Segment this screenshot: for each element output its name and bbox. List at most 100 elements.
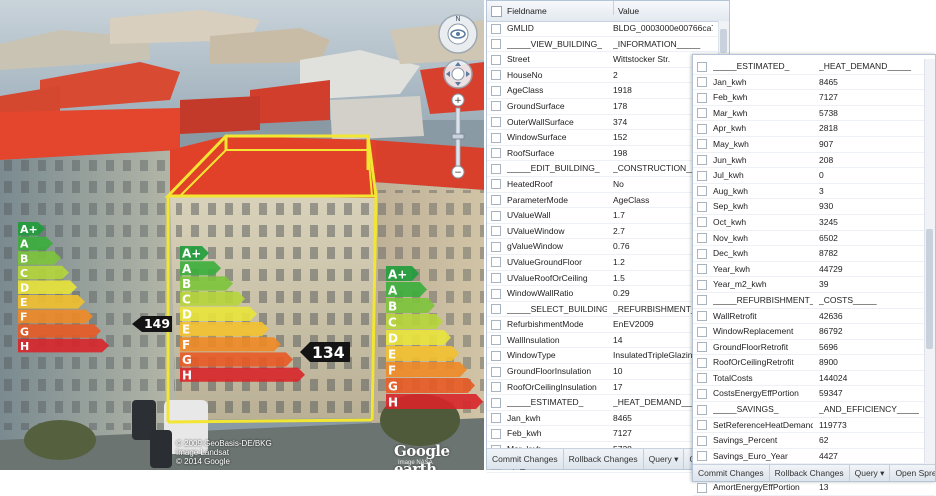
- row-checkbox[interactable]: [491, 428, 501, 439]
- table-row[interactable]: Jul_kwh 0: [693, 168, 935, 184]
- table-row[interactable]: _____ESTIMATED_ _HEAT_DEMAND_____: [693, 59, 935, 75]
- row-checkbox[interactable]: [491, 148, 501, 159]
- row-checkbox[interactable]: [697, 357, 707, 368]
- commit-changes-button[interactable]: Commit Changes: [693, 465, 770, 481]
- vertical-scrollbar[interactable]: [924, 59, 935, 463]
- field-value-cell[interactable]: 5696: [819, 341, 919, 353]
- commit-changes-button[interactable]: Commit Changes: [487, 449, 564, 469]
- row-checkbox[interactable]: [491, 350, 501, 361]
- table-row[interactable]: SetReferenceHeatDemand 119773: [693, 418, 935, 434]
- field-value-cell[interactable]: 13: [819, 481, 919, 493]
- field-value-cell[interactable]: _HEAT_DEMAND_____: [819, 60, 919, 72]
- table-row[interactable]: Savings_Percent 62: [693, 433, 935, 449]
- row-checkbox[interactable]: [491, 226, 501, 237]
- table-row[interactable]: TotalCosts 144024: [693, 371, 935, 387]
- table-row[interactable]: Dec_kwh 8782: [693, 246, 935, 262]
- row-checkbox[interactable]: [697, 186, 707, 197]
- query-menu-button[interactable]: Query ▾: [644, 449, 685, 469]
- table-row[interactable]: Savings_Euro_Year 4427: [693, 449, 935, 465]
- field-value-cell[interactable]: 59347: [819, 387, 919, 399]
- row-checkbox[interactable]: [491, 273, 501, 283]
- row-checkbox[interactable]: [697, 77, 707, 88]
- field-value-cell[interactable]: 42636: [819, 310, 919, 322]
- row-checkbox[interactable]: [491, 210, 501, 221]
- row-checkbox[interactable]: [697, 108, 707, 119]
- row-checkbox[interactable]: [491, 366, 501, 377]
- zoom-slider[interactable]: + −: [451, 93, 465, 179]
- row-checkbox[interactable]: [697, 435, 707, 446]
- table-row[interactable]: Mar_kwh 5738: [693, 106, 935, 122]
- row-checkbox[interactable]: [697, 217, 707, 228]
- row-checkbox[interactable]: [491, 23, 501, 34]
- row-checkbox[interactable]: [697, 61, 707, 72]
- field-value-cell[interactable]: 86792: [819, 325, 919, 337]
- table-row[interactable]: CostsEnergyEffPortion 59347: [693, 386, 935, 403]
- field-value-cell[interactable]: 6502: [819, 232, 919, 244]
- row-checkbox[interactable]: [491, 397, 501, 408]
- table-row[interactable]: _____VIEW_BUILDING_ _INFORMATION_____: [487, 37, 729, 53]
- row-checkbox[interactable]: [491, 54, 501, 65]
- row-checkbox[interactable]: [491, 195, 501, 206]
- field-value-cell[interactable]: 3245: [819, 216, 919, 228]
- scrollbar-thumb[interactable]: [720, 29, 727, 53]
- look-control[interactable]: N: [438, 14, 478, 54]
- table-row[interactable]: AmortEnergyEffPortion 13: [693, 480, 935, 496]
- row-checkbox[interactable]: [697, 155, 707, 166]
- field-value-cell[interactable]: 7127: [819, 91, 919, 103]
- row-checkbox[interactable]: [697, 139, 707, 150]
- field-value-cell[interactable]: 8465: [819, 76, 919, 88]
- table-row[interactable]: _____SAVINGS_ _AND_EFFICIENCY_____: [693, 402, 935, 418]
- field-value-cell[interactable]: BLDG_0003000e00766ca7: [613, 22, 713, 34]
- field-value-cell[interactable]: _COSTS_____: [819, 294, 919, 306]
- row-checkbox[interactable]: [697, 482, 707, 493]
- row-checkbox[interactable]: [697, 342, 707, 353]
- map-3d-view[interactable]: A+ A B C D E F G H A+ A B C D E F G H A+ A B C D E F G H 149 134 N +…: [0, 0, 484, 470]
- row-checkbox[interactable]: [491, 335, 501, 346]
- row-checkbox[interactable]: [697, 201, 707, 212]
- row-checkbox[interactable]: [491, 179, 501, 190]
- row-checkbox[interactable]: [491, 132, 501, 143]
- table-row[interactable]: Sep_kwh 930: [693, 199, 935, 215]
- row-checkbox[interactable]: [491, 39, 501, 50]
- row-checkbox[interactable]: [697, 388, 707, 399]
- column-header-fieldname[interactable]: Fieldname: [507, 6, 547, 16]
- row-checkbox[interactable]: [491, 163, 501, 174]
- table-row[interactable]: WindowReplacement 86792: [693, 324, 935, 340]
- row-checkbox[interactable]: [491, 241, 501, 252]
- row-checkbox[interactable]: [697, 295, 707, 306]
- row-checkbox[interactable]: [697, 123, 707, 134]
- scrollbar-thumb[interactable]: [926, 229, 933, 349]
- row-checkbox[interactable]: [491, 382, 501, 393]
- table-row[interactable]: Jan_kwh 8465: [693, 75, 935, 91]
- row-checkbox[interactable]: [697, 373, 707, 384]
- column-header-value[interactable]: Value: [613, 1, 639, 16]
- field-value-cell[interactable]: _INFORMATION_____: [613, 38, 713, 50]
- navigation-controls[interactable]: N + −: [434, 12, 482, 212]
- query-menu-button[interactable]: Query ▾: [850, 465, 891, 481]
- field-value-cell[interactable]: 0: [819, 169, 919, 181]
- row-checkbox[interactable]: [697, 451, 707, 462]
- row-checkbox[interactable]: [697, 420, 707, 431]
- open-spreadsheet-button[interactable]: Open Spreadsheet: [890, 465, 935, 481]
- row-checkbox[interactable]: [491, 319, 501, 330]
- field-value-cell[interactable]: 44729: [819, 263, 919, 275]
- field-value-cell[interactable]: 62: [819, 434, 919, 446]
- table-row[interactable]: Jun_kwh 208: [693, 153, 935, 169]
- field-value-cell[interactable]: 4427: [819, 450, 919, 462]
- select-all-checkbox[interactable]: [491, 6, 502, 17]
- move-control[interactable]: [443, 59, 473, 89]
- field-value-cell[interactable]: 5738: [819, 107, 919, 119]
- field-value-cell[interactable]: _AND_EFFICIENCY_____: [819, 403, 919, 415]
- table-row[interactable]: Year_m2_kwh 39: [693, 277, 935, 293]
- table-row[interactable]: Nov_kwh 6502: [693, 231, 935, 247]
- table-row[interactable]: WallRetrofit 42636: [693, 309, 935, 325]
- table-row[interactable]: May_kwh 907: [693, 137, 935, 153]
- rollback-changes-button[interactable]: Rollback Changes: [770, 465, 850, 481]
- field-value-cell[interactable]: 39: [819, 278, 919, 290]
- table-row[interactable]: GMLID BLDG_0003000e00766ca7: [487, 21, 729, 37]
- field-value-cell[interactable]: 8900: [819, 356, 919, 368]
- table-row[interactable]: Apr_kwh 2818: [693, 121, 935, 137]
- table-row[interactable]: Feb_kwh 7127: [693, 90, 935, 106]
- field-value-cell[interactable]: 2818: [819, 122, 919, 134]
- field-value-cell[interactable]: 907: [819, 138, 919, 150]
